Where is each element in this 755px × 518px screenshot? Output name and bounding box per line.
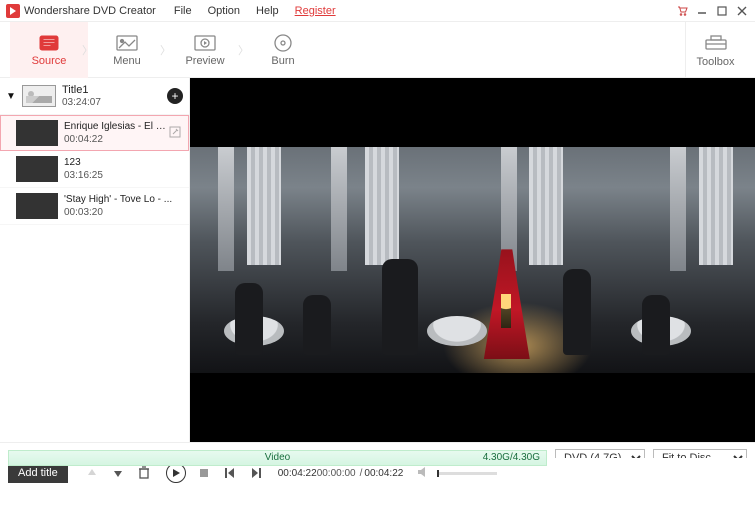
preview-panel	[190, 78, 755, 442]
collapse-toggle[interactable]: ▼	[6, 91, 16, 102]
title-duration: 03:24:07	[62, 97, 167, 108]
clip-duration: 00:04:22	[64, 134, 169, 145]
time-total: 00:04:22	[364, 468, 403, 479]
title-row[interactable]: ▼ Title1 03:24:07 +	[0, 78, 189, 115]
stop-button[interactable]	[196, 465, 212, 481]
tab-source[interactable]: Source 〉	[10, 22, 88, 78]
tab-menu-label: Menu	[113, 55, 141, 67]
clip-name: Enrique Iglesias - El Per...	[64, 121, 169, 132]
tab-preview-label: Preview	[185, 55, 224, 67]
edit-clip-icon[interactable]	[169, 126, 183, 140]
next-button[interactable]	[248, 465, 264, 481]
move-up-button	[84, 465, 100, 481]
tab-toolbox-label: Toolbox	[697, 56, 735, 68]
tab-preview[interactable]: Preview 〉	[166, 22, 244, 78]
toolbox-icon	[703, 31, 729, 54]
tab-menu[interactable]: Menu 〉	[88, 22, 166, 78]
clip-thumbnail	[16, 193, 58, 219]
capacity-bar: Video 4.30G/4.30G	[8, 450, 547, 466]
play-button[interactable]	[166, 463, 186, 483]
delete-button[interactable]	[136, 465, 152, 481]
playhead-time: 00:04:22	[278, 468, 317, 479]
clip-item[interactable]: 123 03:16:25	[0, 151, 189, 188]
menu-option[interactable]: Option	[208, 5, 240, 17]
tab-source-label: Source	[32, 55, 67, 67]
menu-help[interactable]: Help	[256, 5, 279, 17]
menu-icon	[115, 33, 139, 53]
tab-burn-label: Burn	[271, 55, 294, 67]
sidebar: ▼ Title1 03:24:07 + Enrique Iglesias - E…	[0, 78, 190, 442]
clip-duration: 00:03:20	[64, 207, 183, 218]
app-name: Wondershare DVD Creator	[24, 5, 156, 17]
clip-item[interactable]: Enrique Iglesias - El Per... 00:04:22	[0, 115, 189, 151]
menu-file[interactable]: File	[174, 5, 192, 17]
add-media-button[interactable]: +	[167, 88, 183, 104]
clip-item[interactable]: 'Stay High' - Tove Lo - ... 00:03:20	[0, 188, 189, 225]
volume-icon[interactable]	[417, 466, 431, 481]
tab-toolbox[interactable]: Toolbox	[685, 22, 745, 77]
menu-register[interactable]: Register	[295, 5, 336, 17]
clip-duration: 03:16:25	[64, 170, 183, 181]
close-button[interactable]	[735, 4, 749, 18]
title-name: Title1	[62, 84, 167, 96]
time-current: 00:00:00	[317, 468, 356, 479]
clip-thumbnail	[16, 120, 58, 146]
minimize-button[interactable]	[695, 4, 709, 18]
volume-slider[interactable]	[437, 472, 497, 475]
burn-icon	[271, 33, 295, 53]
clip-name: 'Stay High' - Tove Lo - ...	[64, 194, 183, 205]
move-down-button[interactable]	[110, 465, 126, 481]
clip-name: 123	[64, 157, 183, 168]
add-title-button[interactable]: Add title	[8, 463, 68, 483]
title-thumbnail	[22, 85, 56, 107]
capacity-label: Video	[265, 452, 290, 463]
app-logo	[6, 4, 20, 18]
clip-thumbnail	[16, 156, 58, 182]
video-preview[interactable]	[190, 78, 755, 442]
capacity-values: 4.30G/4.30G	[483, 452, 540, 463]
prev-button[interactable]	[222, 465, 238, 481]
maximize-button[interactable]	[715, 4, 729, 18]
preview-icon	[193, 33, 217, 53]
tab-burn[interactable]: Burn	[244, 22, 322, 78]
source-icon	[37, 33, 61, 53]
cart-icon[interactable]	[675, 4, 689, 18]
